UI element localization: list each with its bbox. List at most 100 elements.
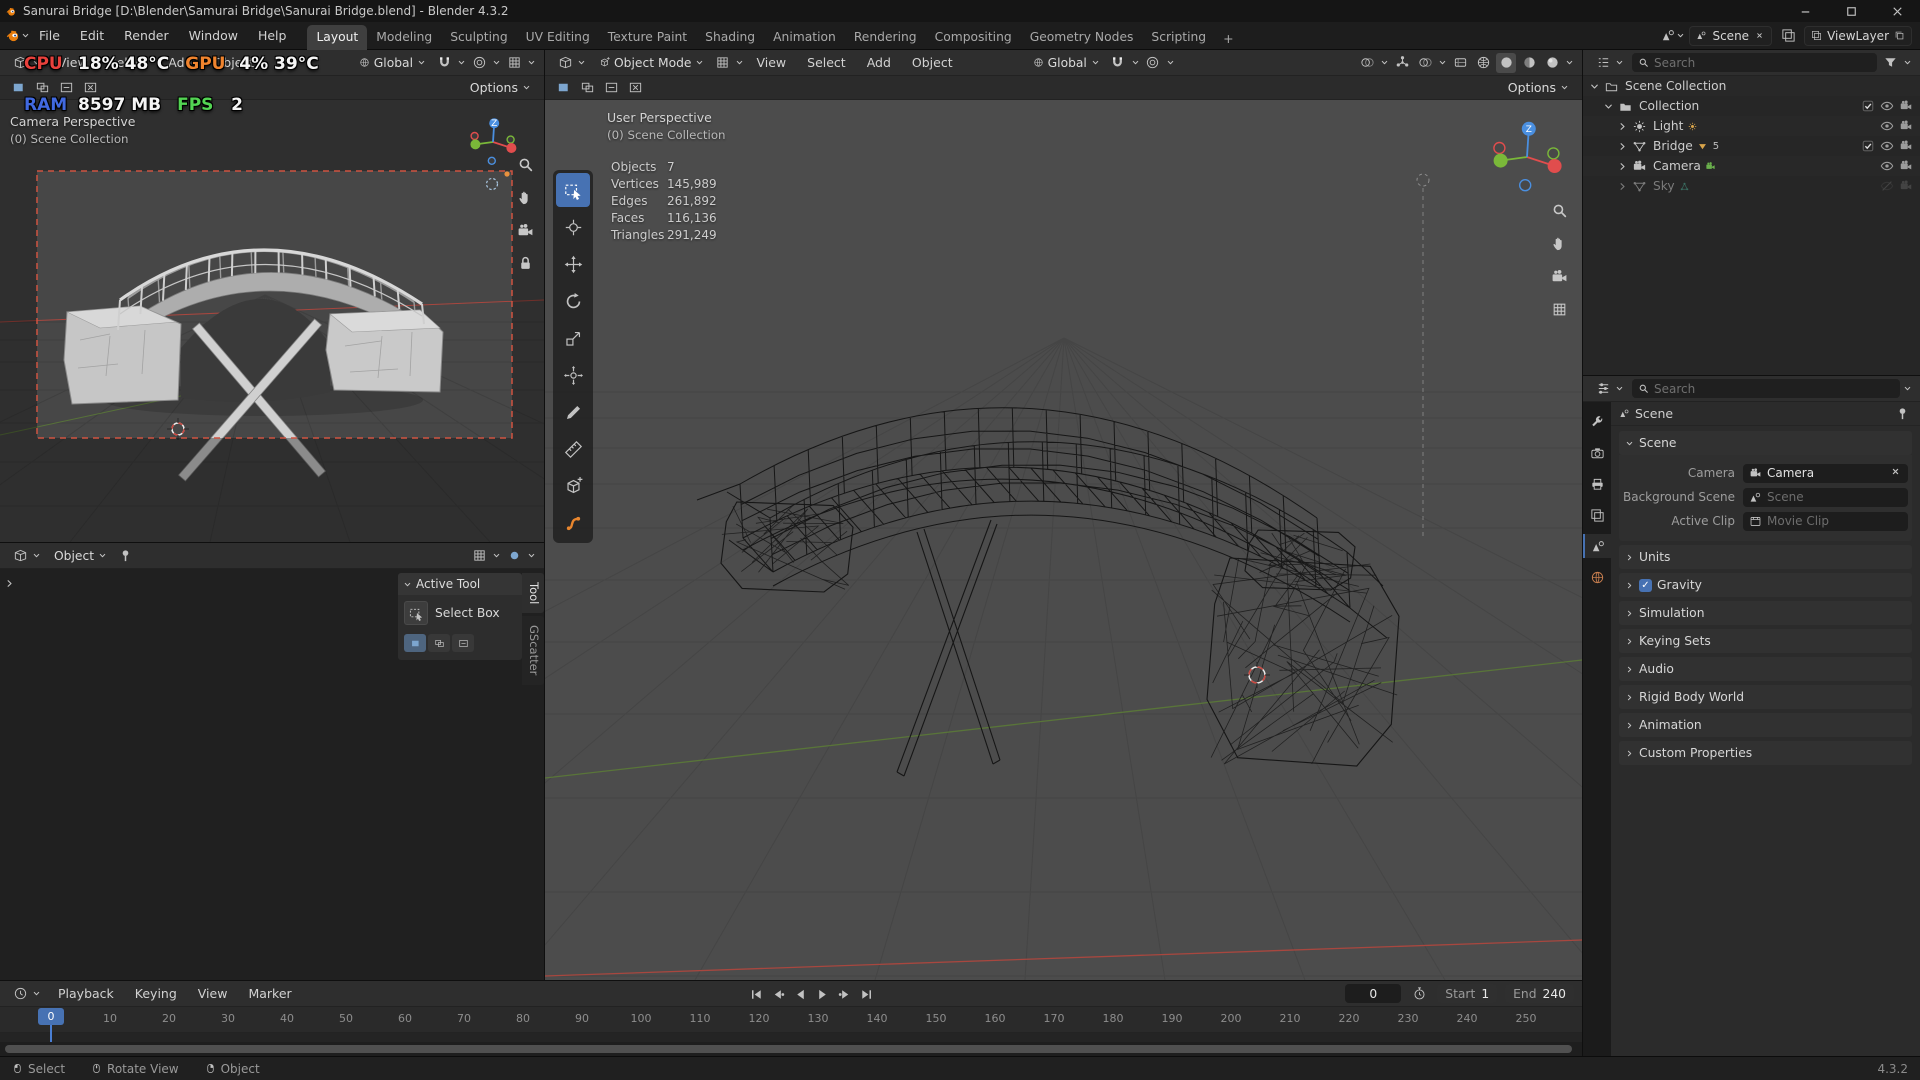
panel-keying-sets[interactable]: Keying Sets (1619, 629, 1912, 653)
viewlayer-browse-button[interactable] (1778, 26, 1798, 46)
field-value[interactable]: Scene (1743, 487, 1908, 507)
panel-scene[interactable]: Scene (1619, 431, 1912, 455)
gravity-checkbox[interactable]: ✓ (1639, 578, 1652, 592)
shading-solid-button[interactable] (1496, 52, 1516, 73)
sidebar-editor[interactable]: Object Active Tool Select Box Tool GScatter (0, 543, 544, 980)
tool-measure[interactable] (556, 432, 590, 466)
toggle-eye-button[interactable] (1879, 98, 1895, 114)
mode-subtract-button[interactable] (452, 634, 474, 652)
jump-start-button[interactable] (746, 984, 766, 1004)
active-tool-row[interactable]: Select Box (404, 601, 516, 625)
properties-search[interactable] (1632, 379, 1900, 398)
toolbar-expand-arrow[interactable] (4, 577, 15, 592)
main-viewport[interactable]: Object Mode View Select Add Object Global Opti… (545, 50, 1582, 980)
zoom-button[interactable] (1549, 200, 1569, 220)
show-overlays-button[interactable] (1415, 53, 1435, 73)
toggle-camera-button[interactable] (1898, 98, 1914, 114)
play-back-button[interactable] (790, 984, 810, 1004)
options-dropdown[interactable]: Options (465, 78, 536, 97)
shading-wireframe-button[interactable] (1473, 53, 1493, 73)
outliner-row-light[interactable]: Light (1583, 116, 1920, 136)
tool-annotate[interactable] (556, 395, 590, 429)
scene-browse-button[interactable] (1663, 26, 1684, 46)
xray-toggle-button[interactable] (1450, 53, 1470, 73)
select-mode-extend-button[interactable] (32, 78, 52, 98)
timeline-scrollbar[interactable] (0, 1042, 1582, 1056)
properties-tab-world[interactable] (1583, 565, 1611, 589)
toggle-check-button[interactable] (1860, 138, 1876, 154)
snap-toggle-button[interactable] (1108, 53, 1128, 73)
properties-editor[interactable]: Scene Scene Camera Camera Background Scene Sc… (1583, 376, 1920, 1056)
workspace-tab-uv-editing[interactable]: UV Editing (517, 25, 599, 50)
workspace-tab-compositing[interactable]: Compositing (926, 25, 1021, 50)
viewport-menu-object[interactable]: Object (903, 52, 962, 73)
viewport-menu-add[interactable]: Add (159, 52, 201, 73)
menu-render[interactable]: Render (115, 25, 178, 46)
tool-cursor[interactable] (556, 210, 590, 244)
mode-visibility-button[interactable] (712, 53, 732, 73)
select-mode-extend-button[interactable] (577, 78, 597, 98)
field-value[interactable]: Movie Clip (1743, 511, 1908, 531)
panel-rigid-body-world[interactable]: Rigid Body World (1619, 685, 1912, 709)
workspace-tab-sculpting[interactable]: Sculpting (441, 25, 516, 50)
toggle-camera-button[interactable] (1898, 118, 1914, 134)
toggle-check-button[interactable] (1860, 98, 1876, 114)
object-visibility-button[interactable] (1357, 53, 1377, 73)
active-tool-panel-header[interactable]: Active Tool (398, 573, 522, 595)
pin-toggle-button[interactable] (115, 546, 135, 566)
workspace-tab-shading[interactable]: Shading (696, 25, 764, 50)
auto-keying-toggle-button[interactable] (1409, 984, 1429, 1004)
tool-select-box[interactable] (556, 173, 590, 207)
camera-view-toggle-button[interactable] (1549, 266, 1569, 286)
playhead[interactable] (50, 1025, 52, 1042)
current-frame-field[interactable]: 0 (1345, 984, 1402, 1003)
lock-view-button[interactable] (515, 253, 535, 273)
ortho-toggle-button[interactable] (1549, 299, 1569, 319)
timeline-menu-marker[interactable]: Marker (239, 983, 300, 1004)
pan-button[interactable] (1549, 233, 1569, 253)
select-mode-subtract-button[interactable] (56, 78, 76, 98)
field-value[interactable]: Camera (1743, 463, 1908, 483)
properties-tab-tool[interactable] (1583, 410, 1611, 434)
outliner-row-scene-collection[interactable]: Scene Collection (1583, 76, 1920, 96)
end-frame-field[interactable]: End 240 (1505, 984, 1574, 1003)
editor-type-button[interactable] (1591, 379, 1629, 398)
panel-audio[interactable]: Audio (1619, 657, 1912, 681)
viewport-menu-object[interactable]: Object (204, 52, 263, 73)
close-button[interactable] (1874, 0, 1920, 22)
panel-simulation[interactable]: Simulation (1619, 601, 1912, 625)
editor-type-button[interactable] (553, 53, 591, 72)
proportional-toggle-button[interactable] (469, 53, 489, 73)
outliner-search-input[interactable] (1654, 55, 1871, 70)
shading-material-button[interactable] (1519, 53, 1539, 73)
panel-custom-properties[interactable]: Custom Properties (1619, 741, 1912, 765)
options-dropdown[interactable]: Options (1503, 78, 1574, 97)
tool-scale[interactable] (556, 321, 590, 355)
tool-gscatter[interactable] (556, 506, 590, 540)
toggle-eye-button[interactable] (1879, 118, 1895, 134)
workspace-tab-rendering[interactable]: Rendering (845, 25, 926, 50)
properties-tab-scene[interactable] (1583, 534, 1611, 558)
clear-button[interactable] (1889, 465, 1902, 481)
outliner-row-collection[interactable]: Collection (1583, 96, 1920, 116)
scrollbar-handle[interactable] (5, 1045, 1572, 1053)
scene-selector[interactable]: Scene (1689, 25, 1773, 46)
mode-new-button[interactable] (404, 634, 426, 652)
editor-type-button[interactable] (8, 546, 46, 565)
zoom-button[interactable] (515, 154, 535, 174)
mode-extend-button[interactable] (428, 634, 450, 652)
timeline-menu-playback[interactable]: Playback (49, 983, 123, 1004)
properties-tab-output[interactable] (1583, 472, 1611, 496)
sidebar-tab-tool[interactable]: Tool (522, 573, 544, 614)
editor-type-button[interactable] (8, 984, 46, 1003)
camera-viewport[interactable]: View Select Add Object Global Options Z Camera … (0, 50, 544, 542)
select-mode-invert-button[interactable] (625, 78, 645, 98)
editor-type-button[interactable] (1591, 53, 1629, 72)
viewport-menu-select[interactable]: Select (798, 52, 855, 73)
toggle-eye-button[interactable] (1879, 158, 1895, 174)
properties-tab-viewlayer[interactable] (1583, 503, 1611, 527)
outliner-row-camera[interactable]: Camera (1583, 156, 1920, 176)
playhead-badge[interactable]: 0 (38, 1008, 64, 1025)
tool-move[interactable] (556, 247, 590, 281)
select-mode-invert-button[interactable] (80, 78, 100, 98)
